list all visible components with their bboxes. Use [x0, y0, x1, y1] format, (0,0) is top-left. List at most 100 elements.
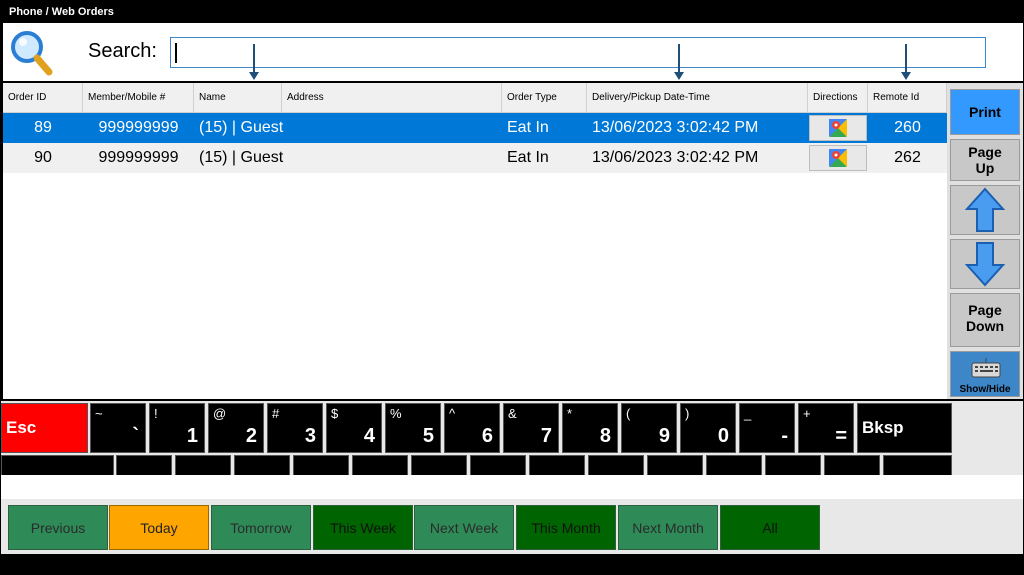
phone-web-orders-window: Phone / Web Orders Search: Order ID Memb…: [0, 0, 1024, 575]
scroll-up-button[interactable]: [950, 185, 1020, 235]
key-top: _: [744, 406, 752, 421]
show-hide-keyboard-button[interactable]: Show/Hide: [950, 351, 1020, 397]
column-header-order-type[interactable]: Order Type: [502, 83, 587, 113]
key-2[interactable]: @2: [208, 403, 264, 453]
directions-button[interactable]: [809, 145, 867, 171]
key-6[interactable]: ^ 6: [444, 403, 500, 453]
table-row[interactable]: 90 999999999 (15) | Guest Eat In 13/06/2…: [3, 143, 947, 173]
remote-id-cell: 260: [894, 119, 921, 136]
table-header: Order ID Member/Mobile # Name Address Or…: [3, 83, 947, 113]
status-bar: [1, 554, 1023, 574]
orders-table: Order ID Member/Mobile # Name Address Or…: [1, 81, 947, 399]
key-esc-label: Esc: [6, 418, 37, 437]
key-row2[interactable]: [647, 455, 703, 475]
key-top: (: [626, 406, 631, 421]
page-down-button[interactable]: Page Down: [950, 293, 1020, 347]
member-cell: 999999999: [98, 119, 179, 136]
key-bottom: 5: [422, 425, 434, 447]
column-header-member[interactable]: Member/Mobile #: [83, 83, 194, 113]
key-row2[interactable]: [234, 455, 290, 475]
key-0[interactable]: ) 0: [680, 403, 736, 453]
key-row2[interactable]: [765, 455, 821, 475]
arrow-up-icon: [964, 187, 1006, 232]
key-bottom: 2: [245, 425, 257, 447]
print-button[interactable]: Print: [950, 89, 1020, 135]
key-7[interactable]: & 7: [503, 403, 559, 453]
key-row2[interactable]: [824, 455, 880, 475]
page-up-label-2: Up: [975, 160, 995, 176]
column-header-order-id[interactable]: Order ID: [3, 83, 83, 113]
name-cell: (15) | Guest: [199, 119, 284, 136]
filter-next-month-button[interactable]: Next Month: [618, 505, 718, 550]
key-esc[interactable]: Esc: [1, 403, 88, 453]
key-9[interactable]: (9: [621, 403, 677, 453]
side-panel: Print Page Up Page Down Show/Hide: [947, 81, 1023, 399]
column-header-directions[interactable]: Directions: [808, 83, 868, 113]
filter-all-button[interactable]: All: [720, 505, 820, 550]
key-backspace[interactable]: Bksp: [857, 403, 952, 453]
key-equals[interactable]: + =: [798, 403, 854, 453]
filter-today-button[interactable]: Today: [109, 505, 209, 550]
page-up-button[interactable]: Page Up: [950, 139, 1020, 181]
key-4[interactable]: $4: [326, 403, 382, 453]
column-header-datetime[interactable]: Delivery/Pickup Date-Time: [587, 83, 808, 113]
key-row2[interactable]: [706, 455, 762, 475]
filter-next-week-button[interactable]: Next Week: [414, 505, 514, 550]
key-row2[interactable]: [116, 455, 172, 475]
key-1[interactable]: ! 1: [149, 403, 205, 453]
scroll-down-button[interactable]: [950, 239, 1020, 289]
key-top: $: [331, 406, 339, 421]
order-type-cell: Eat In: [507, 119, 549, 136]
filter-this-week-button[interactable]: This Week: [313, 505, 413, 550]
filter-tomorrow-button[interactable]: Tomorrow: [211, 505, 311, 550]
filter-previous-button[interactable]: Previous: [8, 505, 108, 550]
key-backtick[interactable]: ~ `: [90, 403, 146, 453]
show-hide-label: Show/Hide: [959, 384, 1011, 395]
text-caret: [175, 43, 177, 63]
key-3[interactable]: #3: [267, 403, 323, 453]
key-row2[interactable]: [293, 455, 349, 475]
key-row2[interactable]: [588, 455, 644, 475]
order-type-cell: Eat In: [507, 149, 549, 166]
key-bottom: 4: [363, 425, 375, 447]
column-header-address[interactable]: Address: [282, 83, 502, 113]
key-5[interactable]: % 5: [385, 403, 441, 453]
map-icon: [829, 149, 847, 167]
key-row2[interactable]: [411, 455, 467, 475]
key-minus[interactable]: _ -: [739, 403, 795, 453]
key-top: ): [685, 406, 690, 421]
search-area: Search:: [1, 23, 1023, 81]
arrow-down-icon: [964, 242, 1006, 287]
member-cell: 999999999: [98, 149, 179, 166]
search-input[interactable]: [170, 37, 986, 68]
key-top: *: [567, 406, 573, 421]
search-label: Search:: [88, 40, 157, 62]
window-title: Phone / Web Orders: [1, 1, 1023, 23]
directions-button[interactable]: [809, 115, 867, 141]
table-row[interactable]: 89 999999999 (15) | Guest Eat In 13/06/2…: [3, 113, 947, 143]
key-top: @: [213, 406, 227, 421]
on-screen-keyboard: Esc ~ ` ! 1 @2 #3 $4 % 5 ^ 6 & 7 * 8 (9 ) 0 _ - …: [1, 399, 1023, 475]
map-icon: [829, 119, 847, 137]
column-header-name[interactable]: Name: [194, 83, 282, 113]
key-row2[interactable]: [175, 455, 231, 475]
column-header-remote-id[interactable]: Remote Id: [868, 83, 947, 113]
key-row2[interactable]: [883, 455, 952, 475]
key-row2[interactable]: [470, 455, 526, 475]
date-filter-bar: Previous Today Tomorrow This Week Next W…: [1, 499, 1023, 554]
key-top: ~: [95, 406, 103, 421]
key-row2[interactable]: [529, 455, 585, 475]
key-row2[interactable]: [1, 455, 114, 475]
key-row2[interactable]: [352, 455, 408, 475]
key-8[interactable]: * 8: [562, 403, 618, 453]
key-top: ^: [449, 406, 456, 421]
key-bottom: 9: [658, 425, 670, 447]
page-down-label-1: Page: [968, 302, 1002, 318]
key-bottom: 3: [304, 425, 316, 447]
key-top: #: [272, 406, 280, 421]
remote-id-cell: 262: [894, 149, 921, 166]
page-up-label-1: Page: [968, 144, 1002, 160]
divider-strip: [1, 475, 1023, 499]
key-bottom: `: [132, 425, 139, 447]
filter-this-month-button[interactable]: This Month: [516, 505, 616, 550]
